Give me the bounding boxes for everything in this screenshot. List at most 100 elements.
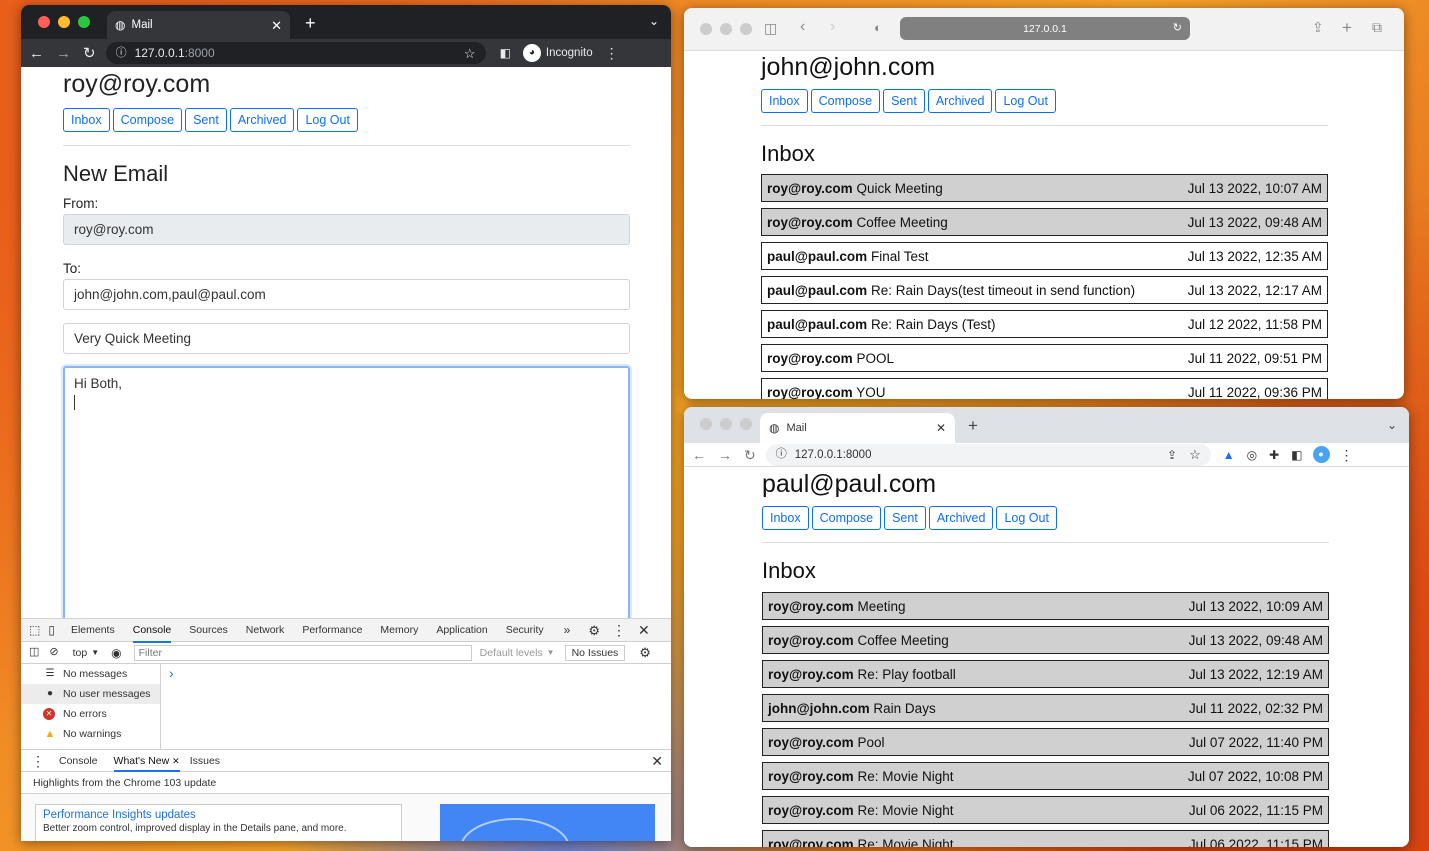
back-icon[interactable]: ← [29, 46, 44, 61]
extension-icon[interactable]: ◎ [1247, 449, 1257, 461]
sidebar-toggle-icon[interactable]: ◫ [29, 647, 39, 658]
close-devtools-icon[interactable]: ✕ [638, 623, 650, 637]
devtools-tab-active[interactable]: Console [132, 624, 172, 643]
sidebar-item-warnings[interactable]: ▲ No warnings [21, 724, 160, 744]
body-textarea[interactable]: Hi Both, [63, 366, 630, 626]
bookmark-star-icon[interactable]: ☆ [1189, 448, 1201, 461]
puzzle-extensions-icon[interactable]: ✚ [1269, 449, 1279, 461]
email-row[interactable]: roy@roy.com Pool Jul 07 2022, 11:40 PM [762, 728, 1329, 756]
url-field[interactable]: ⓘ 127.0.0.1:8000 ☆ [105, 42, 486, 64]
url-field[interactable]: ⓘ 127.0.0.1:8000 ⇪ ☆ [765, 443, 1211, 466]
tab-overview-icon[interactable]: ⧉ [1372, 20, 1382, 34]
devtools-menu-icon[interactable]: ⋮ [612, 623, 626, 637]
email-row[interactable]: roy@roy.com Coffee Meeting Jul 13 2022, 0… [762, 626, 1329, 654]
levels-select[interactable]: Default levels [480, 647, 543, 659]
new-tab-icon[interactable]: + [305, 14, 316, 32]
email-row[interactable]: roy@roy.com Coffee Meeting Jul 13 2022, 0… [761, 208, 1328, 236]
archived-button[interactable]: Archived [229, 108, 295, 132]
reload-icon[interactable]: ↻ [1173, 23, 1182, 34]
tab-search-icon[interactable]: ⌄ [1387, 419, 1397, 431]
bookmark-star-icon[interactable]: ☆ [464, 47, 476, 60]
email-row[interactable]: roy@roy.com Re: Play football Jul 13 2022… [762, 660, 1329, 688]
email-row[interactable]: roy@roy.com Re: Movie Night Jul 07 2022, … [762, 762, 1329, 790]
inbox-button[interactable]: Inbox [63, 108, 110, 132]
back-icon[interactable]: ← [692, 448, 706, 462]
drawer-tab-whats-new[interactable]: What's New ✕ [113, 755, 180, 772]
tab-search-icon[interactable]: ⌄ [649, 15, 659, 27]
tab-mail[interactable]: ◍ Mail ✕ [760, 413, 955, 443]
issues-button[interactable]: No Issues [564, 644, 626, 661]
console-settings-icon[interactable]: ⚙ [639, 646, 651, 659]
inbox-button[interactable]: Inbox [762, 506, 809, 530]
menu-icon[interactable]: ⋮ [605, 46, 619, 60]
devtools-tab[interactable]: Network [246, 624, 285, 636]
inbox-button[interactable]: Inbox [761, 89, 808, 113]
devtools-tab[interactable]: Memory [380, 624, 418, 636]
sent-button[interactable]: Sent [884, 506, 926, 530]
close-window-button[interactable] [700, 418, 712, 430]
drawer-menu-icon[interactable]: ⋮ [31, 754, 45, 768]
compose-button[interactable]: Compose [810, 89, 881, 113]
compose-button[interactable]: Compose [112, 108, 183, 132]
side-panel-icon[interactable]: ◧ [500, 47, 511, 59]
minimize-window-button[interactable] [720, 23, 732, 35]
url-field[interactable]: 127.0.0.1 ↻ [900, 17, 1190, 40]
close-drawer-icon[interactable]: ✕ [651, 754, 663, 768]
side-panel-icon[interactable]: ◧ [1291, 449, 1302, 461]
sidebar-item-errors[interactable]: ✕ No errors [21, 704, 160, 724]
email-row[interactable]: roy@roy.com Re: Movie Night Jul 06 2022, … [762, 830, 1329, 847]
logout-button[interactable]: Log Out [995, 89, 1056, 113]
compose-button[interactable]: Compose [811, 506, 882, 530]
device-toolbar-icon[interactable]: ▯ [48, 624, 55, 636]
email-row[interactable]: paul@paul.com Re: Rain Days (Test) Jul 12… [761, 310, 1328, 338]
reload-icon[interactable]: ↻ [744, 448, 756, 462]
sidebar-item-user-messages[interactable]: ● No user messages [21, 684, 160, 704]
archived-button[interactable]: Archived [927, 89, 993, 113]
close-tab-icon[interactable]: ✕ [936, 422, 946, 434]
profile-avatar[interactable]: ● [1312, 446, 1330, 463]
console-prompt[interactable]: › [161, 664, 671, 749]
devtools-tab[interactable]: Sources [189, 624, 228, 636]
email-row[interactable]: roy@roy.com Quick Meeting Jul 13 2022, 10… [761, 174, 1328, 202]
whats-new-card[interactable]: Performance Insights updates Better zoom… [35, 804, 402, 841]
close-window-button[interactable] [700, 23, 712, 35]
forward-icon[interactable]: → [718, 448, 732, 462]
reload-icon[interactable]: ↻ [83, 46, 96, 61]
close-window-button[interactable] [38, 16, 50, 28]
context-select[interactable]: top [73, 647, 88, 659]
devtools-tab[interactable]: Security [506, 624, 544, 636]
zoom-window-button[interactable] [78, 16, 90, 28]
email-row[interactable]: roy@roy.com YOU Jul 11 2022, 09:36 PM [761, 378, 1328, 399]
subject-field[interactable]: Very Quick Meeting [63, 323, 630, 354]
drive-extension-icon[interactable]: ▲ [1223, 449, 1235, 461]
logout-button[interactable]: Log Out [996, 506, 1057, 530]
zoom-window-button[interactable] [740, 23, 752, 35]
email-row[interactable]: roy@roy.com Re: Movie Night Jul 06 2022, … [762, 796, 1329, 824]
devtools-tab[interactable]: Elements [71, 624, 115, 636]
drawer-tab-console[interactable]: Console [59, 755, 98, 767]
more-tabs-icon[interactable]: » [564, 624, 571, 636]
settings-gear-icon[interactable]: ⚙ [588, 624, 600, 637]
zoom-window-button[interactable] [740, 418, 752, 430]
eye-icon[interactable]: ◉ [111, 647, 121, 659]
card-title[interactable]: Performance Insights updates [43, 809, 394, 821]
email-row[interactable]: paul@paul.com Re: Rain Days(test timeout… [761, 276, 1328, 304]
email-row[interactable]: paul@paul.com Final Test Jul 13 2022, 12:… [761, 242, 1328, 270]
email-row[interactable]: roy@roy.com Meeting Jul 13 2022, 10:09 AM [762, 592, 1329, 620]
sent-button[interactable]: Sent [185, 108, 227, 132]
minimize-window-button[interactable] [720, 418, 732, 430]
devtools-tab[interactable]: Application [436, 624, 487, 636]
email-row[interactable]: roy@roy.com POOL Jul 11 2022, 09:51 PM [761, 344, 1328, 372]
drawer-tab-issues[interactable]: Issues [190, 755, 220, 767]
share-icon[interactable]: ⇪ [1312, 20, 1324, 34]
to-field[interactable]: john@john.com,paul@paul.com [63, 279, 630, 310]
devtools-tab[interactable]: Performance [302, 624, 362, 636]
console-filter-input[interactable]: Filter [133, 644, 472, 661]
sidebar-icon[interactable]: ◫ [764, 21, 777, 35]
menu-icon[interactable]: ⋮ [1340, 448, 1354, 462]
tab-mail[interactable]: ◍ Mail ✕ [107, 11, 290, 39]
new-tab-icon[interactable]: + [1342, 19, 1352, 36]
sidebar-item-messages[interactable]: ☰ No messages [21, 664, 160, 684]
sent-button[interactable]: Sent [883, 89, 925, 113]
archived-button[interactable]: Archived [928, 506, 994, 530]
